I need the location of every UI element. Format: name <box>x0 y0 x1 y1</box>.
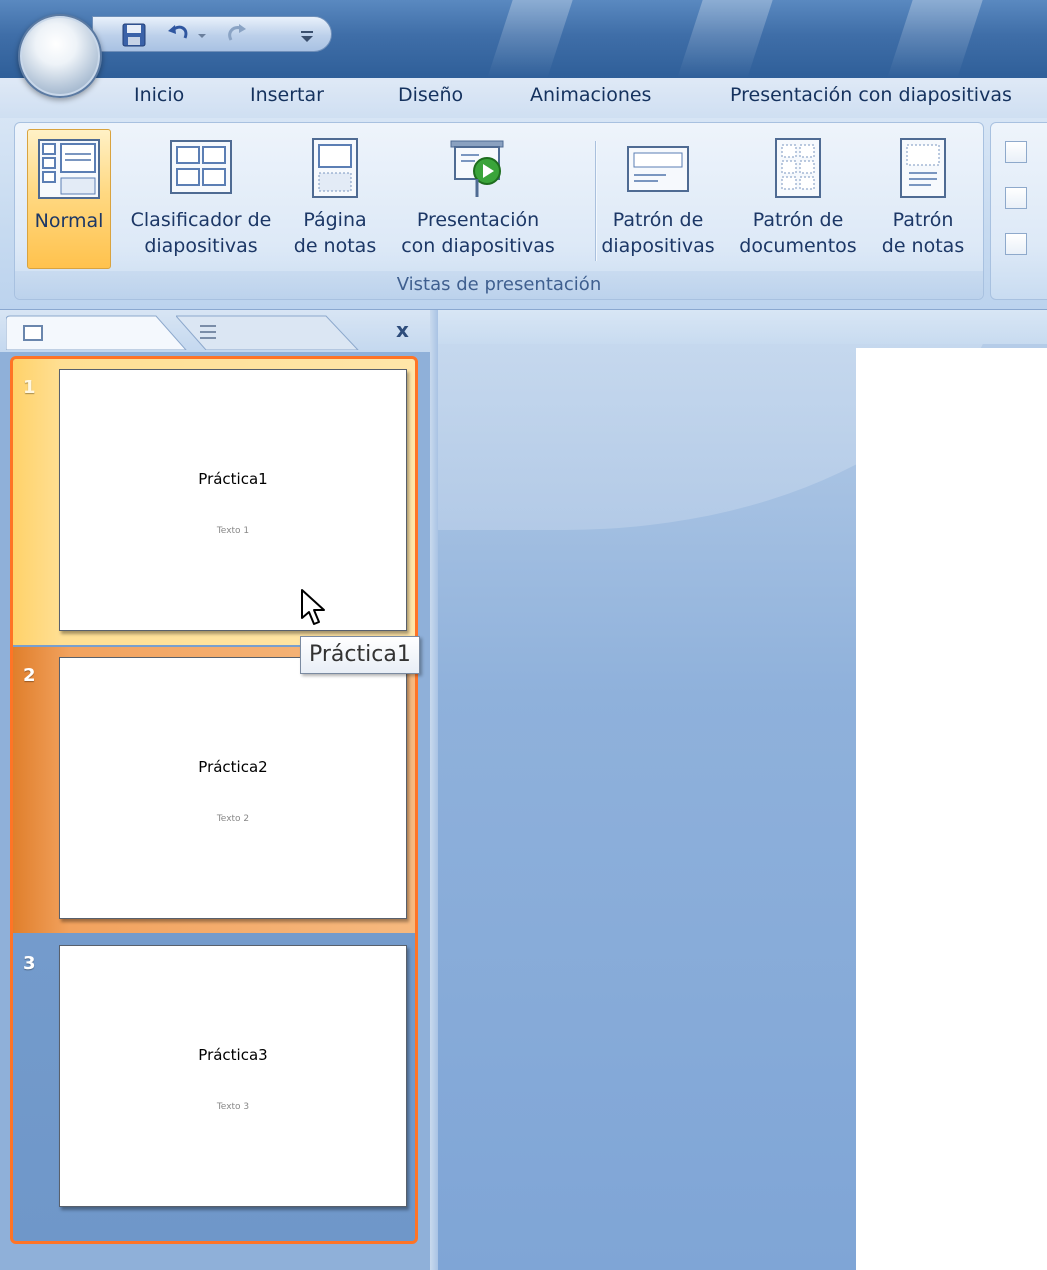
tab-inicio[interactable]: Inicio <box>134 84 184 106</box>
slide-thumbnails-list: 1 Práctica1 Texto 1 2 Práctica2 Texto 2 … <box>10 356 418 1244</box>
slide-subtitle: Texto 3 <box>216 1102 250 1112</box>
checkbox[interactable] <box>1005 141 1027 163</box>
slide-number: 1 <box>23 377 36 398</box>
checkbox[interactable] <box>1005 187 1027 209</box>
slide-thumbnail-item[interactable]: 3 Práctica3 Texto 3 <box>13 935 415 1221</box>
customize-qat-icon[interactable] <box>293 22 321 48</box>
tab-slides[interactable] <box>5 314 188 351</box>
handout-master-button[interactable]: Patrón de documentos <box>731 129 865 269</box>
close-pane-button[interactable]: x <box>396 318 409 342</box>
tab-diseno[interactable]: Diseño <box>398 84 463 106</box>
tab-insertar[interactable]: Insertar <box>250 84 324 106</box>
slide-sorter-icon <box>169 137 233 205</box>
slide-master-icon <box>626 137 690 205</box>
pane-splitter[interactable] <box>430 310 438 1270</box>
notes-page-label-2: de notas <box>293 235 377 257</box>
slide-title: Práctica3 <box>198 1046 268 1064</box>
notes-master-label-1: Patrón <box>892 209 954 231</box>
slides-pane: x 1 Práctica1 Texto 1 2 Práctica2 Texto … <box>0 310 430 1270</box>
mouse-cursor-icon <box>300 588 328 632</box>
pane-tabs: x <box>0 310 430 352</box>
undo-dropdown-icon[interactable] <box>195 22 209 48</box>
slide-sorter-label-1: Clasificador de <box>130 209 272 231</box>
slide-subtitle: Texto 2 <box>216 814 250 824</box>
slide-thumbnail-item[interactable]: 1 Práctica1 Texto 1 <box>13 359 415 645</box>
slide-number: 2 <box>23 665 36 686</box>
undo-icon[interactable] <box>165 22 193 48</box>
slide-thumbnail[interactable]: Práctica3 Texto 3 <box>59 945 407 1207</box>
show-hide-group <box>990 122 1047 300</box>
notes-master-button[interactable]: Patrón de notas <box>873 129 973 269</box>
slide-sorter-button[interactable]: Clasificador de diapositivas <box>121 129 281 269</box>
slideshow-icon <box>445 137 509 205</box>
slide-editing-area <box>438 310 1047 1270</box>
group-label: Vistas de presentación <box>15 271 983 299</box>
title-bar-decoration <box>887 0 983 78</box>
slideshow-label-1: Presentación <box>416 209 540 231</box>
handout-master-label-2: documentos <box>739 235 857 257</box>
save-icon[interactable] <box>121 22 149 48</box>
title-bar-decoration <box>677 0 773 78</box>
notes-page-button[interactable]: Página de notas <box>287 129 383 269</box>
slide-thumbnail[interactable]: Práctica1 Texto 1 <box>59 369 407 631</box>
current-slide-canvas[interactable] <box>856 348 1047 1270</box>
tab-animaciones[interactable]: Animaciones <box>530 84 651 106</box>
slide-title: Práctica1 <box>198 470 268 488</box>
ribbon-tabs: Inicio Insertar Diseño Animaciones Prese… <box>0 78 1047 118</box>
slide-number: 3 <box>23 953 36 974</box>
work-area-header <box>438 310 1047 344</box>
slide-master-label-1: Patrón de <box>612 209 704 231</box>
notes-master-label-2: de notas <box>881 235 965 257</box>
normal-view-button[interactable]: Normal <box>27 129 111 269</box>
office-button[interactable] <box>18 14 102 98</box>
slideshow-label-2: con diapositivas <box>401 235 555 257</box>
quick-access-toolbar <box>92 16 332 52</box>
normal-view-icon <box>37 138 101 206</box>
tab-presentacion[interactable]: Presentación con diapositivas <box>730 84 1012 106</box>
title-bar-decoration <box>487 0 573 78</box>
ribbon: Normal Clasificador de diapositivas Pági… <box>0 118 1047 310</box>
redo-icon[interactable] <box>223 22 251 48</box>
slide-master-button[interactable]: Patrón de diapositivas <box>593 129 723 269</box>
slide-thumbnail-item[interactable]: 2 Práctica2 Texto 2 <box>13 647 415 933</box>
slide-subtitle: Texto 1 <box>216 526 250 536</box>
slide-title: Práctica2 <box>198 758 268 776</box>
handout-master-label-1: Patrón de <box>752 209 844 231</box>
tab-outline[interactable] <box>174 314 366 351</box>
slide-thumbnail[interactable]: Práctica2 Texto 2 <box>59 657 407 919</box>
notes-master-icon <box>891 137 955 205</box>
notes-page-icon <box>303 137 367 205</box>
slideshow-button[interactable]: Presentación con diapositivas <box>385 129 571 269</box>
notes-page-label-1: Página <box>303 209 367 231</box>
views-group: Normal Clasificador de diapositivas Pági… <box>14 122 984 300</box>
handout-master-icon <box>766 137 830 205</box>
tooltip: Práctica1 <box>300 636 420 674</box>
checkbox[interactable] <box>1005 233 1027 255</box>
normal-view-label: Normal <box>34 210 104 232</box>
slide-sorter-label-2: diapositivas <box>144 235 258 257</box>
slide-master-label-2: diapositivas <box>601 235 715 257</box>
